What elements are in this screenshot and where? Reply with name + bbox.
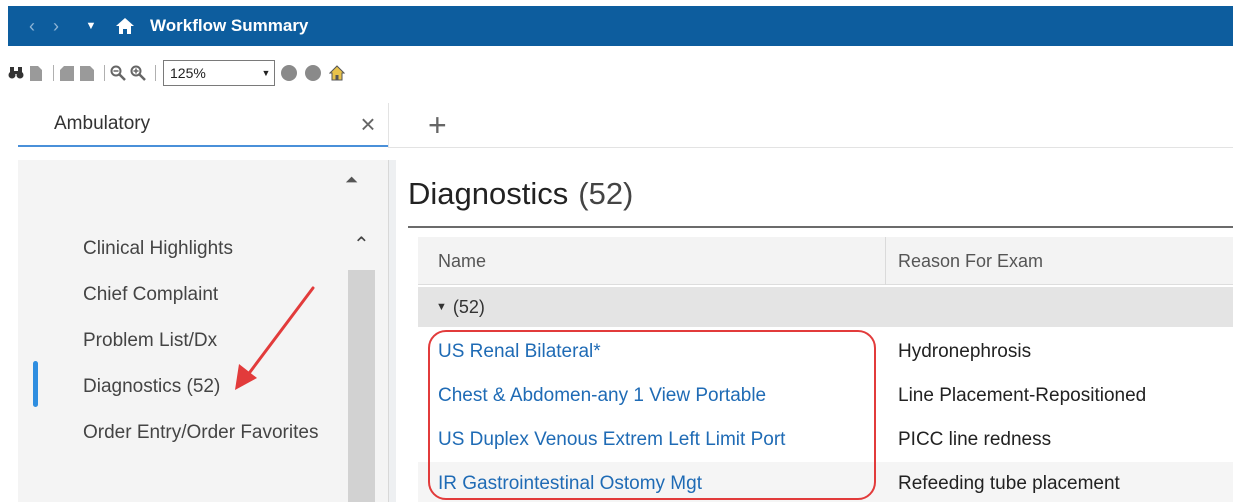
zoom-out-icon[interactable] (110, 65, 126, 81)
toolbar-separator (155, 65, 156, 81)
caret-down-icon[interactable]: ▼ (436, 301, 447, 313)
tab-ambulatory[interactable]: Ambulatory × (18, 103, 388, 147)
next-page-icon[interactable] (79, 65, 95, 81)
toolbar: 125% ▼ (8, 58, 349, 88)
sidebar-item-chief-complaint[interactable]: Chief Complaint (83, 272, 323, 318)
heading-divider (408, 226, 1233, 228)
sidebar-item-order-entry[interactable]: Order Entry/Order Favorites (83, 410, 323, 448)
window-title: Workflow Summary (150, 16, 309, 35)
previous-page-icon[interactable] (59, 65, 75, 81)
table-row: Chest & Abdomen-any 1 View Portable Line… (418, 374, 1233, 418)
sidebar: ⏶ Clinical Highlights Chief Complaint Pr… (18, 160, 388, 502)
scrollbar[interactable] (348, 270, 375, 502)
refresh-icon[interactable] (305, 65, 321, 81)
pin-icon[interactable]: ⏶ (345, 172, 358, 190)
stop-icon[interactable] (281, 65, 297, 81)
table-row: US Duplex Venous Extrem Left Limit Port … (418, 418, 1233, 462)
toolbar-separator (104, 65, 105, 81)
close-icon[interactable]: × (348, 109, 388, 140)
sidebar-item-clinical-highlights[interactable]: Clinical Highlights (83, 226, 323, 272)
order-name-link[interactable]: IR Gastrointestinal Ostomy Mgt (438, 473, 702, 495)
tab-divider (388, 103, 389, 147)
page-icon[interactable] (28, 65, 44, 81)
sidebar-item-problem-list[interactable]: Problem List/Dx (83, 318, 323, 364)
column-header-name[interactable]: Name (438, 237, 486, 285)
zoom-value: 125% (170, 65, 206, 81)
pane-splitter[interactable] (388, 160, 396, 502)
scroll-up-icon[interactable]: ⌃ (353, 232, 370, 257)
binoculars-icon[interactable] (8, 65, 24, 81)
reason-cell: PICC line redness (898, 429, 1052, 450)
column-header-reason[interactable]: Reason For Exam (898, 237, 1043, 285)
page-title-count: (52) (578, 176, 634, 211)
reason-cell: Hydronephrosis (898, 341, 1032, 362)
page-title-text: Diagnostics (408, 176, 569, 211)
zoom-select[interactable]: 125% ▼ (163, 60, 275, 86)
title-bar: ‹ › ▼ Workflow Summary (8, 6, 1233, 46)
forward-button[interactable]: › (44, 16, 68, 37)
reason-cell: Refeeding tube placement (898, 473, 1120, 494)
sidebar-item-diagnostics[interactable]: Diagnostics (52) (83, 364, 323, 410)
active-indicator (33, 361, 38, 407)
group-row[interactable]: ▼ (52) (418, 287, 1233, 327)
group-label: (52) (452, 296, 485, 317)
column-divider[interactable] (885, 237, 886, 285)
back-button[interactable]: ‹ (20, 16, 44, 37)
table-row: US Renal Bilateral* Hydronephrosis (418, 330, 1233, 374)
chevron-down-icon[interactable]: ▼ (258, 68, 274, 78)
table-header: Name Reason For Exam (418, 237, 1233, 285)
caret-down-icon[interactable]: ▼ (82, 20, 100, 32)
page-title: Diagnostics (52) (408, 176, 633, 212)
order-name-link[interactable]: US Duplex Venous Extrem Left Limit Port (438, 429, 785, 451)
table-row: IR Gastrointestinal Ostomy Mgt Refeeding… (418, 462, 1233, 502)
zoom-in-icon[interactable] (130, 65, 146, 81)
add-tab-button[interactable]: + (428, 103, 447, 147)
tab-bar-line (388, 147, 1233, 148)
order-name-link[interactable]: US Renal Bilateral* (438, 341, 601, 363)
home-icon[interactable] (329, 65, 345, 81)
tab-label: Ambulatory (54, 113, 151, 134)
toolbar-separator (53, 65, 54, 81)
sidebar-list: Clinical Highlights Chief Complaint Prob… (83, 226, 323, 448)
reason-cell: Line Placement-Repositioned (898, 385, 1147, 406)
order-name-link[interactable]: Chest & Abdomen-any 1 View Portable (438, 385, 766, 407)
home-icon[interactable] (114, 15, 136, 37)
